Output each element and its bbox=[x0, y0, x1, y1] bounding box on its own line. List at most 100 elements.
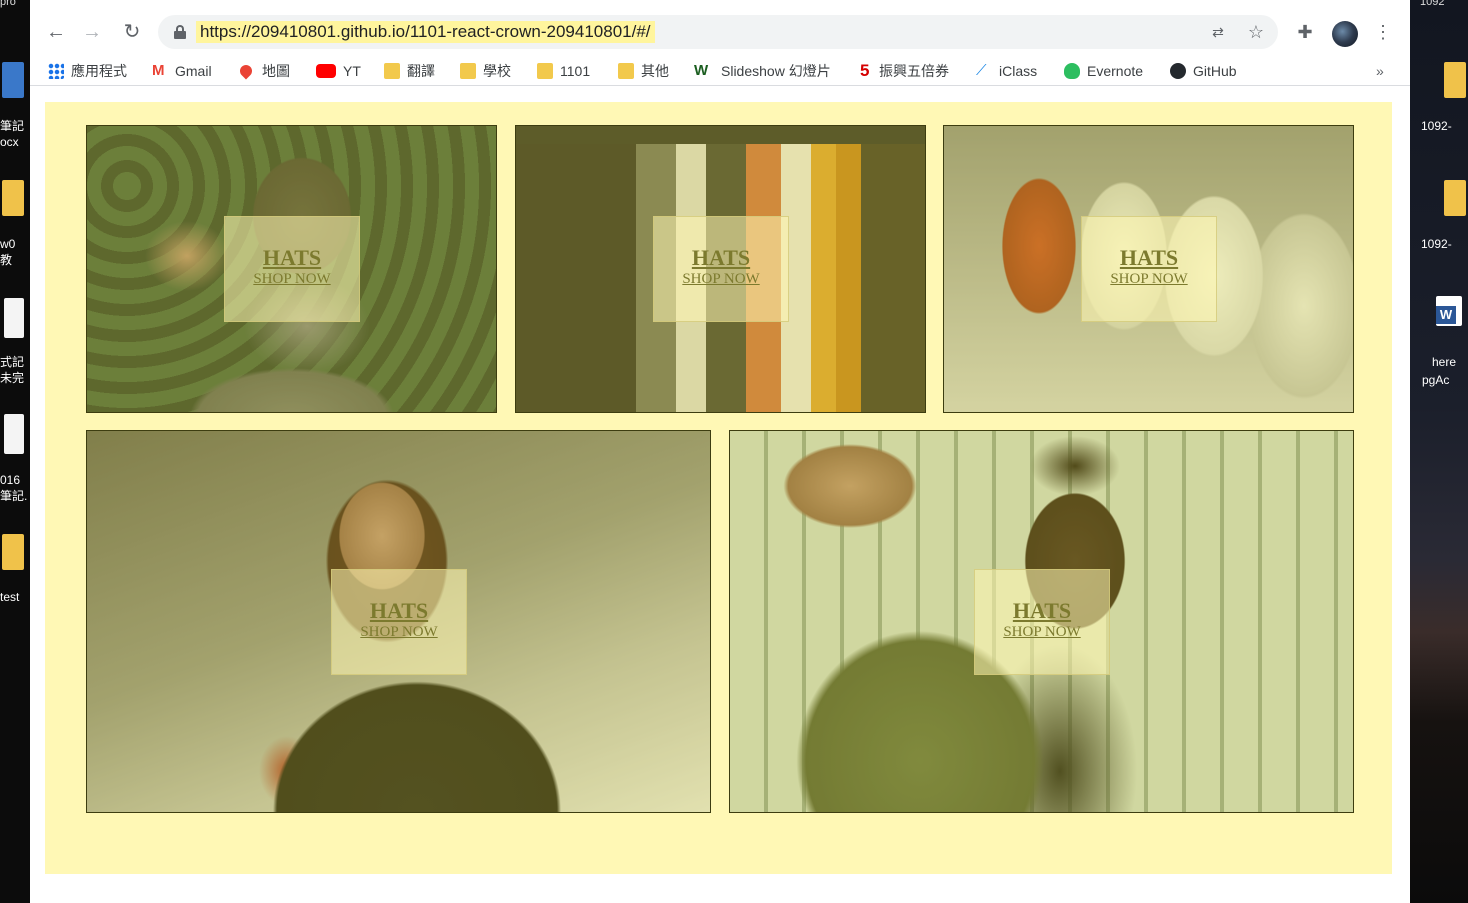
desktop-label: here bbox=[1432, 355, 1457, 369]
folder-icon bbox=[460, 63, 476, 79]
menu-item-subtitle[interactable]: SHOP NOW bbox=[332, 623, 466, 641]
desktop-label: pgAc bbox=[1422, 373, 1450, 387]
desktop-left-strip: pro 筆記 ocx w0 教 式記 未完 016 筆記. test bbox=[0, 0, 30, 903]
desktop-label: 筆記. bbox=[0, 489, 28, 503]
menu-item-sneakers[interactable]: HATS SHOP NOW bbox=[943, 125, 1354, 413]
gmail-icon: M bbox=[152, 62, 165, 79]
menu-item-content[interactable]: HATS SHOP NOW bbox=[224, 216, 360, 322]
bookmark-label: 其他 bbox=[641, 63, 669, 79]
menu-item-content[interactable]: HATS SHOP NOW bbox=[331, 569, 467, 675]
bookmark-evernote[interactable]: Evernote bbox=[1064, 60, 1143, 82]
desktop-label: 筆記 bbox=[0, 119, 25, 133]
bookmark-stimulus[interactable]: 5 振興五倍券 bbox=[860, 60, 949, 82]
bookmark-youtube[interactable]: YT bbox=[316, 60, 361, 82]
desktop-label: ocx bbox=[0, 135, 19, 149]
bookmark-label: 1101 bbox=[560, 63, 591, 79]
bookmark-label: 振興五倍券 bbox=[879, 63, 949, 79]
desktop-folder-icon[interactable] bbox=[2, 534, 24, 570]
desktop-folder-icon[interactable] bbox=[1444, 180, 1466, 216]
desktop-right-strip: 1092 1092- 1092- here pgAc bbox=[1410, 0, 1468, 903]
bookmark-star-icon[interactable]: ☆ bbox=[1246, 22, 1266, 42]
desktop-label: 未完 bbox=[0, 371, 25, 385]
lock-icon[interactable] bbox=[174, 25, 186, 39]
bookmark-label: 翻譯 bbox=[407, 63, 435, 79]
menu-item-title[interactable]: HATS bbox=[1082, 247, 1216, 269]
menu-item-content[interactable]: HATS SHOP NOW bbox=[653, 216, 789, 322]
bookmark-label: iClass bbox=[999, 63, 1038, 79]
menu-item-subtitle[interactable]: SHOP NOW bbox=[225, 270, 359, 288]
menu-item-subtitle[interactable]: SHOP NOW bbox=[1082, 270, 1216, 288]
desktop-label: w0 bbox=[0, 237, 16, 251]
desktop-label: 1092- bbox=[1421, 119, 1452, 133]
apps-grid-icon bbox=[48, 63, 64, 79]
desktop-label: 式記 bbox=[0, 355, 25, 369]
menu-kebab-icon[interactable]: ⋮ bbox=[1372, 21, 1394, 43]
five-icon: 5 bbox=[860, 61, 870, 80]
bookmark-folder-translate[interactable]: 翻譯 bbox=[384, 60, 435, 82]
desktop-file-icon[interactable] bbox=[4, 298, 24, 338]
evernote-icon bbox=[1064, 63, 1080, 79]
bookmark-folder-1101[interactable]: 1101 bbox=[537, 60, 590, 82]
menu-item-hats[interactable]: HATS SHOP NOW bbox=[86, 125, 497, 413]
bookmark-label: Slideshow 幻燈片 bbox=[721, 63, 831, 79]
bookmark-label: YT bbox=[343, 63, 361, 79]
profile-avatar[interactable] bbox=[1332, 21, 1358, 47]
back-arrow-icon[interactable]: ← bbox=[44, 20, 68, 44]
menu-item-content[interactable]: HATS SHOP NOW bbox=[974, 569, 1110, 675]
menu-item-title[interactable]: HATS bbox=[225, 247, 359, 269]
bookmark-iclass[interactable]: ⟋ iClass bbox=[976, 60, 1037, 82]
slideshow-w-icon: W bbox=[694, 62, 709, 79]
bookmarks-overflow-chevron[interactable]: » bbox=[1376, 60, 1384, 82]
folder-icon bbox=[537, 63, 553, 79]
menu-item-mens[interactable]: HATS SHOP NOW bbox=[729, 430, 1354, 813]
address-bar[interactable]: https://209410801.github.io/1101-react-c… bbox=[158, 15, 1278, 49]
bookmark-folder-other[interactable]: 其他 bbox=[618, 60, 669, 82]
desktop-label: test bbox=[0, 590, 20, 604]
forward-arrow-icon[interactable]: → bbox=[80, 20, 104, 44]
word-document-icon[interactable]: W bbox=[1436, 296, 1462, 326]
map-pin-icon bbox=[237, 62, 255, 80]
browser-toolbar: ← → ↻ https://209410801.github.io/1101-r… bbox=[30, 12, 1410, 52]
desktop-label: 016 bbox=[0, 473, 21, 487]
bookmark-label: 地圖 bbox=[262, 63, 290, 79]
bookmark-maps[interactable]: 地圖 bbox=[237, 60, 290, 82]
menu-item-title[interactable]: HATS bbox=[332, 600, 466, 622]
reload-icon[interactable]: ↻ bbox=[120, 20, 144, 44]
desktop-label: 1092 bbox=[1420, 0, 1445, 8]
menu-item-subtitle[interactable]: SHOP NOW bbox=[654, 270, 788, 288]
iclass-icon: ⟋ bbox=[976, 62, 987, 79]
bookmark-label: Evernote bbox=[1087, 63, 1144, 79]
desktop-folder-icon[interactable] bbox=[1444, 62, 1466, 98]
extensions-puzzle-icon[interactable]: ✚ bbox=[1294, 21, 1316, 43]
bookmark-slideshow[interactable]: W Slideshow 幻燈片 bbox=[694, 60, 831, 82]
browser-window: ← → ↻ https://209410801.github.io/1101-r… bbox=[30, 0, 1410, 903]
menu-item-title[interactable]: HATS bbox=[975, 600, 1109, 622]
bookmarks-bar: 應用程式 M Gmail 地圖 YT 翻譯 學校 1101 其他 W Slide… bbox=[30, 56, 1410, 86]
bookmark-github[interactable]: GitHub bbox=[1170, 60, 1237, 82]
bookmark-gmail[interactable]: M Gmail bbox=[152, 60, 212, 82]
menu-item-content[interactable]: HATS SHOP NOW bbox=[1081, 216, 1217, 322]
desktop-label: 1092- bbox=[1421, 237, 1452, 251]
github-icon bbox=[1170, 63, 1186, 79]
desktop-folder-icon[interactable] bbox=[2, 180, 24, 216]
desktop-label: 教 bbox=[0, 253, 13, 267]
menu-item-title[interactable]: HATS bbox=[654, 247, 788, 269]
menu-item-jackets[interactable]: HATS SHOP NOW bbox=[515, 125, 926, 413]
menu-item-womens[interactable]: HATS SHOP NOW bbox=[86, 430, 711, 813]
bookmark-label: GitHub bbox=[1193, 63, 1237, 79]
desktop-label: pro bbox=[0, 0, 16, 8]
bookmark-label: Gmail bbox=[175, 63, 212, 79]
folder-icon bbox=[384, 63, 400, 79]
menu-item-subtitle[interactable]: SHOP NOW bbox=[975, 623, 1109, 641]
desktop-doc-icon[interactable] bbox=[2, 62, 24, 98]
bookmark-label: 學校 bbox=[483, 63, 511, 79]
youtube-icon bbox=[316, 64, 336, 78]
translate-icon[interactable]: ⇄ bbox=[1208, 22, 1228, 42]
bookmark-apps[interactable]: 應用程式 bbox=[48, 60, 127, 82]
url-text[interactable]: https://209410801.github.io/1101-react-c… bbox=[196, 21, 655, 43]
bookmark-folder-school[interactable]: 學校 bbox=[460, 60, 511, 82]
directory-menu: HATS SHOP NOW HATS SHOP NOW HATS SHOP NO… bbox=[45, 102, 1392, 874]
bookmark-label: 應用程式 bbox=[71, 63, 127, 79]
folder-icon bbox=[618, 63, 634, 79]
desktop-file-icon[interactable] bbox=[4, 414, 24, 454]
